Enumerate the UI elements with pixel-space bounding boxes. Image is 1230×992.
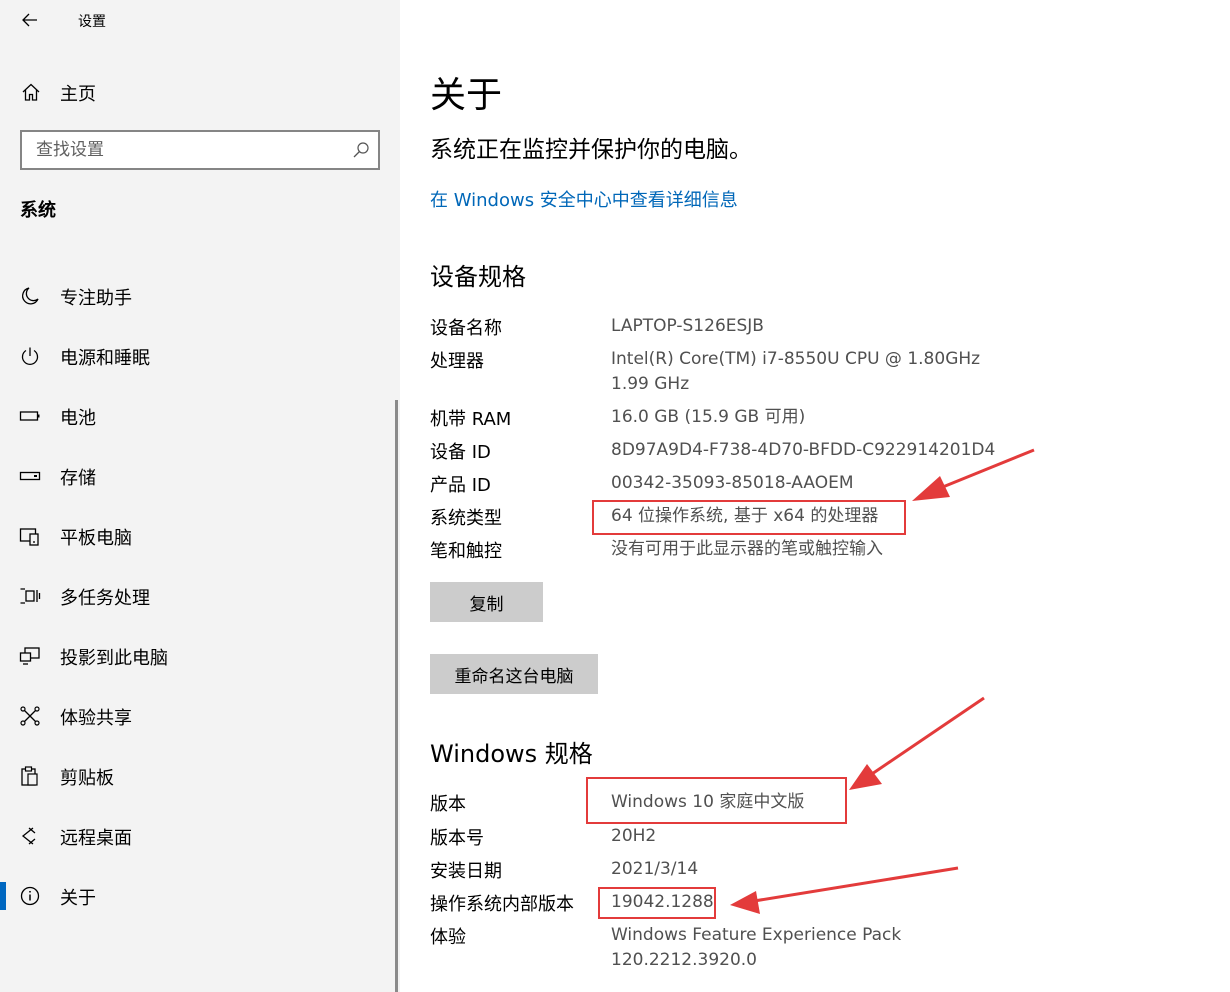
sidebar-item-power-sleep[interactable]: 电源和睡眠 bbox=[0, 331, 396, 381]
spec-label-ram: 机带 RAM bbox=[430, 409, 512, 430]
sidebar-item-project[interactable]: 投影到此电脑 bbox=[0, 631, 396, 681]
sidebar-item-storage[interactable]: 存储 bbox=[0, 451, 396, 501]
sidebar-item-label: 投影到此电脑 bbox=[60, 648, 168, 669]
main-content: 关于 系统正在监控并保护你的电脑。 在 Windows 安全中心中查看详细信息 … bbox=[400, 0, 1230, 992]
annotation-box-edition bbox=[586, 777, 847, 824]
spec-label-product-id: 产品 ID bbox=[430, 475, 491, 496]
projecting-icon bbox=[19, 647, 40, 665]
search-icon[interactable] bbox=[352, 141, 370, 159]
sidebar-item-label: 远程桌面 bbox=[60, 828, 132, 849]
spec-value-install-date: 2021/3/14 bbox=[611, 859, 699, 879]
sidebar-item-label: 存储 bbox=[60, 468, 96, 489]
spec-value-version: 20H2 bbox=[611, 826, 657, 846]
spec-value-device-name: LAPTOP-S126ESJB bbox=[611, 316, 764, 336]
spec-value-pen-touch: 没有可用于此显示器的笔或触控输入 bbox=[611, 539, 883, 559]
sidebar-item-focus-assist[interactable]: 专注助手 bbox=[0, 271, 396, 321]
spec-label-install-date: 安装日期 bbox=[430, 861, 502, 882]
spec-label-system-type: 系统类型 bbox=[430, 508, 502, 529]
sidebar-item-label: 关于 bbox=[60, 888, 96, 909]
sidebar-item-label: 专注助手 bbox=[60, 288, 132, 309]
spec-value-ram: 16.0 GB (15.9 GB 可用) bbox=[611, 407, 806, 427]
annotation-box-os-build bbox=[598, 887, 716, 919]
power-icon bbox=[21, 347, 39, 365]
home-icon bbox=[22, 83, 40, 101]
search-box[interactable] bbox=[20, 130, 380, 170]
info-icon bbox=[20, 886, 40, 906]
page-title: 关于 bbox=[430, 75, 503, 116]
windows-specs-heading: Windows 规格 bbox=[430, 740, 593, 768]
spec-label-experience: 体验 bbox=[430, 927, 466, 948]
spec-label-version: 版本号 bbox=[430, 828, 484, 849]
sidebar-item-label: 平板电脑 bbox=[60, 528, 132, 549]
spec-value-experience-version: 120.2212.3920.0 bbox=[611, 950, 758, 970]
spec-label-pen-touch: 笔和触控 bbox=[430, 541, 502, 562]
spec-label-os-build: 操作系统内部版本 bbox=[430, 894, 574, 915]
security-status-text: 系统正在监控并保护你的电脑。 bbox=[430, 137, 752, 163]
sidebar-item-label: 电源和睡眠 bbox=[60, 348, 150, 369]
sidebar-item-tablet[interactable]: 平板电脑 bbox=[0, 511, 396, 561]
spec-label-processor: 处理器 bbox=[430, 351, 484, 372]
multitasking-icon bbox=[20, 588, 41, 604]
section-title: 系统 bbox=[20, 200, 56, 221]
sidebar-item-home[interactable]: 主页 bbox=[0, 72, 400, 112]
sidebar-item-about[interactable]: 关于 bbox=[0, 871, 396, 921]
spec-value-processor-speed: 1.99 GHz bbox=[611, 374, 690, 394]
copy-button[interactable]: 复制 bbox=[430, 582, 543, 622]
spec-value-experience: Windows Feature Experience Pack bbox=[611, 925, 902, 945]
sidebar: 设置 主页 系统 专注助手 电源和睡眠 电池 bbox=[0, 0, 400, 992]
title-bar: 设置 bbox=[0, 0, 400, 40]
sidebar-item-multitasking[interactable]: 多任务处理 bbox=[0, 571, 396, 621]
moon-icon bbox=[22, 287, 39, 305]
rename-pc-button[interactable]: 重命名这台电脑 bbox=[430, 654, 598, 694]
sidebar-scrollbar[interactable] bbox=[395, 400, 398, 992]
security-center-link[interactable]: 在 Windows 安全中心中查看详细信息 bbox=[430, 186, 738, 212]
sidebar-item-label: 剪贴板 bbox=[60, 768, 114, 789]
sidebar-item-label: 电池 bbox=[60, 408, 96, 429]
spec-label-device-name: 设备名称 bbox=[430, 318, 502, 339]
storage-icon bbox=[19, 471, 41, 481]
device-specs-heading: 设备规格 bbox=[430, 263, 526, 291]
clipboard-icon bbox=[21, 766, 38, 786]
app-title: 设置 bbox=[78, 14, 106, 30]
search-input[interactable] bbox=[22, 132, 342, 168]
sidebar-item-label: 主页 bbox=[60, 84, 96, 105]
sidebar-item-clipboard[interactable]: 剪贴板 bbox=[0, 751, 396, 801]
sidebar-item-shared-experiences[interactable]: 体验共享 bbox=[0, 691, 396, 741]
annotation-box-system-type bbox=[592, 500, 906, 535]
spec-value-processor: Intel(R) Core(TM) i7-8550U CPU @ 1.80GHz bbox=[611, 349, 981, 369]
battery-icon bbox=[19, 411, 40, 421]
shared-experiences-icon bbox=[20, 706, 40, 726]
spec-value-product-id: 00342-35093-85018-AAOEM bbox=[611, 473, 854, 493]
spec-value-device-id: 8D97A9D4-F738-4D70-BFDD-C922914201D4 bbox=[611, 440, 996, 460]
selection-indicator bbox=[0, 882, 6, 910]
sidebar-item-battery[interactable]: 电池 bbox=[0, 391, 396, 441]
sidebar-item-remote-desktop[interactable]: 远程桌面 bbox=[0, 811, 396, 861]
sidebar-item-label: 多任务处理 bbox=[60, 588, 150, 609]
spec-label-edition: 版本 bbox=[430, 794, 466, 815]
tablet-icon bbox=[19, 528, 39, 546]
back-button[interactable] bbox=[14, 6, 46, 34]
arrow-left-icon bbox=[22, 13, 37, 27]
sidebar-item-label: 体验共享 bbox=[60, 708, 132, 729]
spec-label-device-id: 设备 ID bbox=[430, 442, 491, 463]
remote-desktop-icon bbox=[21, 827, 36, 845]
